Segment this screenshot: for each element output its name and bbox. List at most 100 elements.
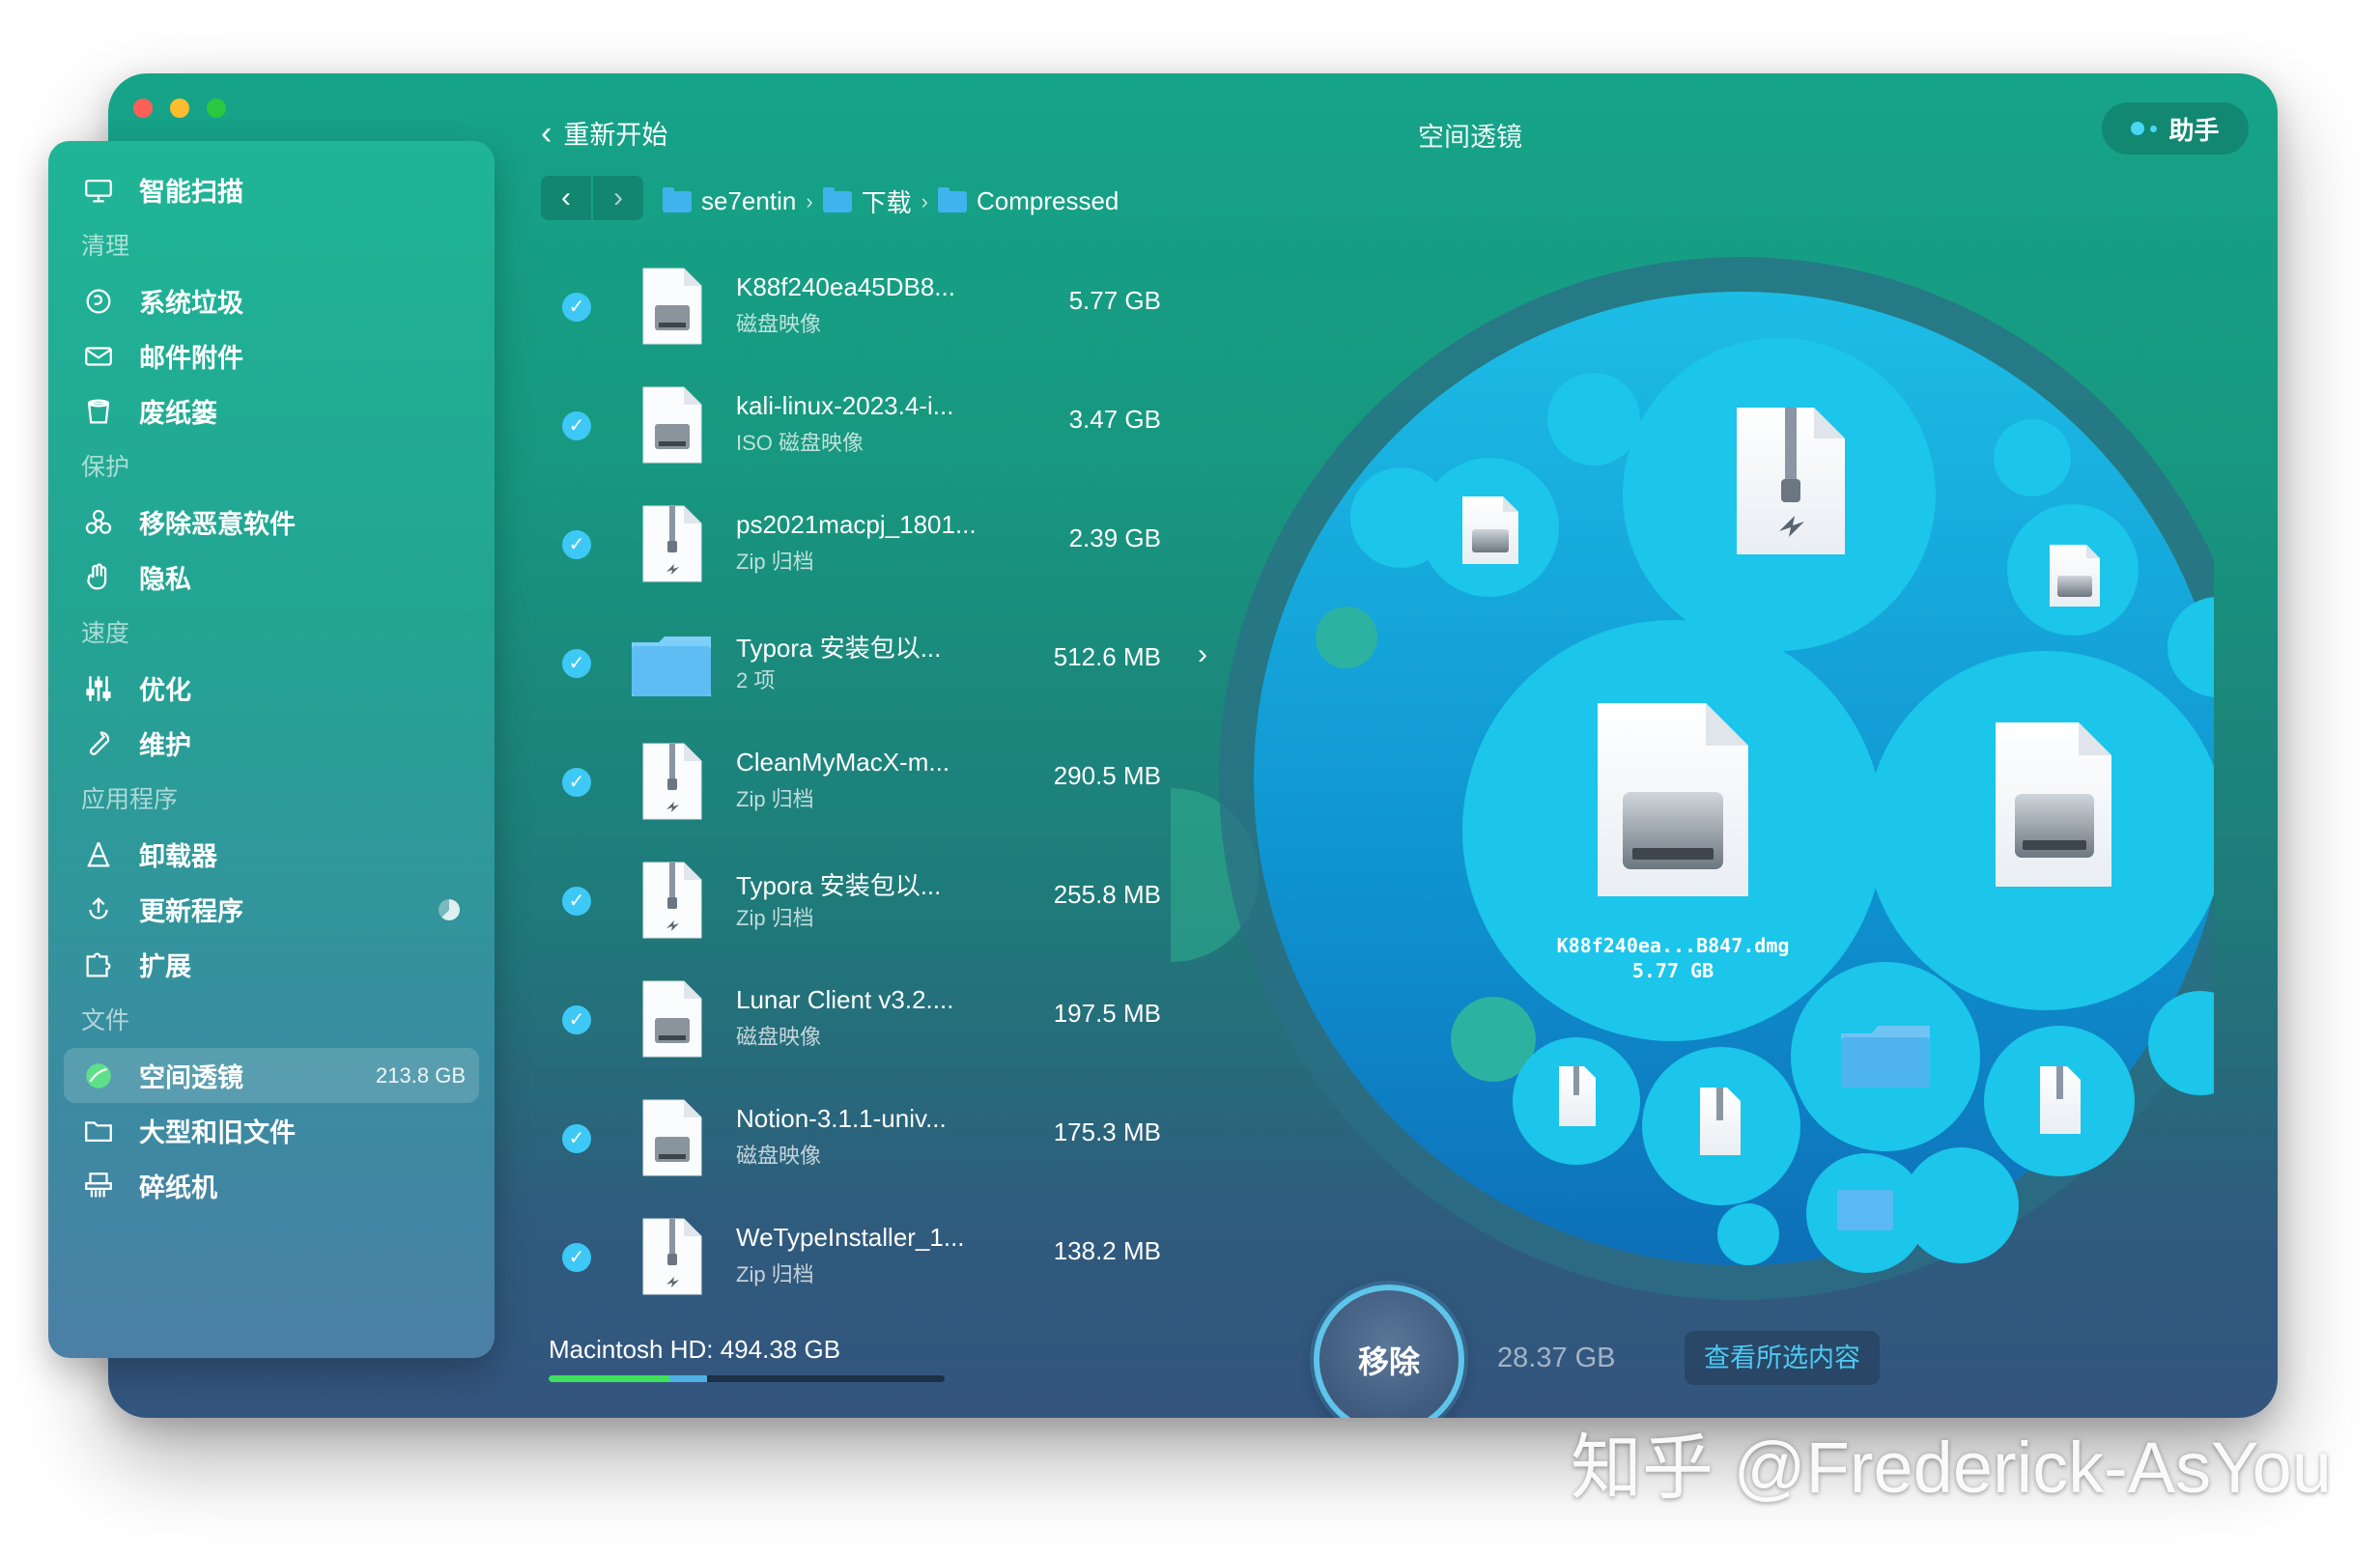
breadcrumb-separator: › [806,188,813,213]
small-bubble[interactable] [1994,419,2071,496]
file-name: Typora 安装包以... [736,871,942,900]
sidebar-item[interactable]: 智能扫描 [48,162,495,217]
sidebar-section-title: 应用程序 [81,786,179,813]
breadcrumb-item[interactable]: 下载 [822,184,912,219]
close-window-button[interactable] [133,99,153,118]
file-row[interactable]: ✓ ps2021macpj_1801... Zip 归档 2.39 GB [541,485,1275,604]
file-row[interactable]: ✓ Lunar Client v3.2.... 磁盘映像 197.5 MB [541,960,1275,1079]
home-folder-icon [663,186,692,212]
file-name: WeTypeInstaller_1... [736,1223,965,1252]
chevron-left-icon: ‹ [541,114,552,152]
sidebar-item-label: 系统垃圾 [139,289,243,318]
sidebar: 智能扫描 清理 系统垃圾 邮件附件 废纸篓 保护 移除恶意软件 隐私 速度 优化 维护 应用程序 卸载器… [48,141,495,1358]
minimize-window-button[interactable] [170,99,189,118]
checkbox-checked-icon[interactable]: ✓ [562,767,591,797]
sidebar-item-label: 碎纸机 [139,1173,217,1202]
sidebar-item-label: 隐私 [139,565,191,594]
file-row[interactable]: ✓ kali-linux-2023.4-i... ISO 磁盘映像 3.47 GB [541,366,1275,485]
nav-forward-button[interactable]: › [593,176,643,220]
sidebar-item-label: 大型和旧文件 [139,1118,296,1147]
file-row[interactable]: ✓ Typora 安装包以... Zip 归档 255.8 MB [541,841,1275,960]
file-row[interactable]: ✓ CleanMyMacX-m... Zip 归档 290.5 MB [541,722,1275,841]
disk-label: Macintosh HD: 494.38 GB [549,1335,841,1364]
file-kind: 磁盘映像 [736,312,822,336]
restart-button[interactable]: ‹ 重新开始 [541,114,667,152]
file-row[interactable]: ✓ K88f240ea45DB8... 磁盘映像 5.77 GB [541,247,1275,366]
sidebar-item[interactable]: 废纸篓 [48,383,495,438]
sidebar-item[interactable]: 优化 [48,661,495,716]
bubble-chart[interactable]: K88f240ea...B847.dmg 5.77 GB [1171,180,2214,1339]
folder-icon [81,1114,116,1148]
disk-image-icon [641,267,703,346]
sidebar-item[interactable]: 隐私 [48,550,495,605]
file-name: Lunar Client v3.2.... [736,985,954,1014]
disk-usage-bar [549,1375,945,1382]
folder-icon [1841,1026,1930,1088]
sidebar-section-title: 清理 [81,233,130,260]
small-bubble[interactable] [1316,607,1377,668]
file-name: K88f240ea45DB8... [736,272,955,301]
sidebar-item-label: 空间透镜 [139,1063,243,1092]
breadcrumb-item[interactable]: se7entin [663,186,796,216]
history-nav: ‹ › [541,176,643,220]
file-size: 138.2 MB [1053,1236,1161,1265]
folder-icon [630,635,713,698]
checkbox-checked-icon[interactable]: ✓ [562,1242,591,1272]
sidebar-item-badge: 213.8 GB [376,1062,466,1088]
file-row[interactable]: ✓ Typora 安装包以... 2 项 512.6 MB › [541,604,1275,722]
sidebar-item[interactable]: 卸载器 [48,827,495,882]
restart-label: 重新开始 [563,121,668,150]
window-controls [133,99,226,118]
sidebar-item[interactable]: 维护 [48,716,495,771]
zip-icon [1737,408,1845,554]
sidebar-item[interactable]: 移除恶意软件 [48,495,495,550]
checkbox-checked-icon[interactable]: ✓ [562,292,591,322]
view-selected-button[interactable]: 查看所选内容 [1685,1331,1880,1385]
assistant-label: 助手 [2168,115,2220,145]
sidebar-item-label: 邮件附件 [139,344,243,373]
sidebar-item-label: 卸载器 [139,842,217,871]
sidebar-item-label: 扩展 [139,952,191,981]
file-size: 197.5 MB [1053,999,1161,1028]
small-bubble[interactable] [1903,1147,2019,1263]
file-row[interactable]: ✓ WeTypeInstaller_1... Zip 归档 138.2 MB [541,1198,1275,1316]
disk-image-icon [641,385,703,465]
assistant-dots-icon [2131,122,2158,135]
zip-icon [641,742,703,821]
checkbox-checked-icon[interactable]: ✓ [562,1004,591,1034]
checkbox-checked-icon[interactable]: ✓ [562,1123,591,1153]
checkbox-checked-icon[interactable]: ✓ [562,410,591,440]
sidebar-item[interactable]: 更新程序 [48,882,495,937]
sidebar-item[interactable]: 扩展 [48,937,495,992]
sidebar-item-label: 移除恶意软件 [139,510,296,539]
sidebar-item[interactable]: 空间透镜 213.8 GB [64,1048,479,1103]
sidebar-item[interactable]: 系统垃圾 [48,273,495,328]
checkbox-checked-icon[interactable]: ✓ [562,529,591,559]
disk-image-icon [2050,545,2100,607]
sidebar-item[interactable]: 碎纸机 [48,1158,495,1213]
sidebar-section-title: 文件 [81,1007,130,1034]
file-size: 2.39 GB [1068,523,1161,552]
file-name: Typora 安装包以... [736,634,942,663]
checkbox-checked-icon[interactable]: ✓ [562,648,591,678]
nav-back-button[interactable]: ‹ [541,176,591,220]
checkbox-checked-icon[interactable]: ✓ [562,886,591,916]
sliders-icon [81,671,116,706]
disk-image-icon [1996,722,2111,887]
file-size: 290.5 MB [1053,761,1161,790]
file-kind: Zip 归档 [736,1262,814,1286]
sidebar-item[interactable]: 邮件附件 [48,328,495,383]
file-row[interactable]: ✓ Notion-3.1.1-univ... 磁盘映像 175.3 MB [541,1079,1275,1198]
small-bubble[interactable] [1547,373,1640,466]
breadcrumb: se7entin › 下载 › Compressed [663,184,1119,219]
sidebar-item[interactable]: 大型和旧文件 [48,1103,495,1158]
space-lens-map[interactable]: K88f240ea...B847.dmg 5.77 GB [1171,180,2214,1339]
zip-icon [1700,1088,1741,1155]
file-size: 512.6 MB [1053,642,1161,671]
zip-icon [641,1217,703,1296]
small-bubble[interactable] [1717,1203,1779,1265]
zoom-window-button[interactable] [207,99,226,118]
breadcrumb-item[interactable]: Compressed [937,186,1119,216]
file-name: Notion-3.1.1-univ... [736,1104,947,1133]
assistant-button[interactable]: 助手 [2102,102,2249,155]
